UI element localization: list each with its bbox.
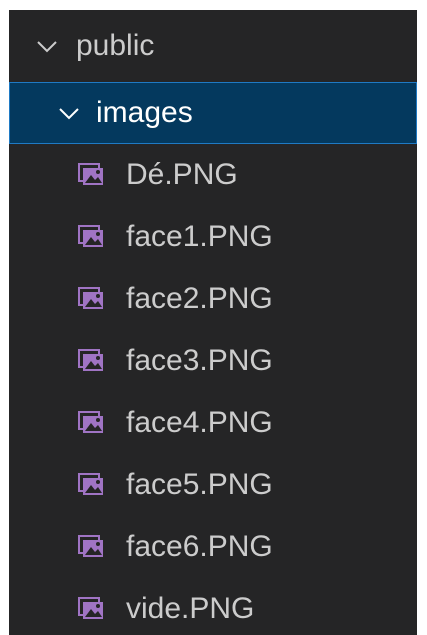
file-label: face5.PNG — [126, 468, 273, 501]
file-item[interactable]: face4.PNG — [9, 392, 417, 454]
image-file-icon — [78, 225, 104, 249]
file-item[interactable]: face5.PNG — [9, 454, 417, 516]
file-item[interactable]: face3.PNG — [9, 330, 417, 392]
file-label: Dé.PNG — [126, 158, 238, 191]
folder-label: public — [76, 29, 155, 62]
file-item[interactable]: vide.PNG — [9, 578, 417, 635]
folder-images[interactable]: images — [9, 82, 417, 144]
chevron-down-icon[interactable] — [34, 33, 60, 59]
file-label: face3.PNG — [126, 344, 273, 377]
file-explorer-tree: public images Dé.PNG face1.PNG face2.PNG… — [9, 10, 417, 635]
file-item[interactable]: face6.PNG — [9, 516, 417, 578]
image-file-icon — [78, 287, 104, 311]
image-file-icon — [78, 163, 104, 187]
image-file-icon — [78, 411, 104, 435]
image-file-icon — [78, 473, 104, 497]
folder-public[interactable]: public — [9, 10, 417, 82]
chevron-down-icon[interactable] — [56, 100, 82, 126]
file-label: face2.PNG — [126, 282, 273, 315]
image-file-icon — [78, 535, 104, 559]
image-file-icon — [78, 349, 104, 373]
file-label: face1.PNG — [126, 220, 273, 253]
file-item[interactable]: face1.PNG — [9, 206, 417, 268]
file-label: vide.PNG — [126, 592, 255, 625]
file-label: face4.PNG — [126, 406, 273, 439]
file-label: face6.PNG — [126, 530, 273, 563]
image-file-icon — [78, 597, 104, 621]
file-item[interactable]: Dé.PNG — [9, 144, 417, 206]
file-item[interactable]: face2.PNG — [9, 268, 417, 330]
folder-label: images — [96, 96, 193, 129]
